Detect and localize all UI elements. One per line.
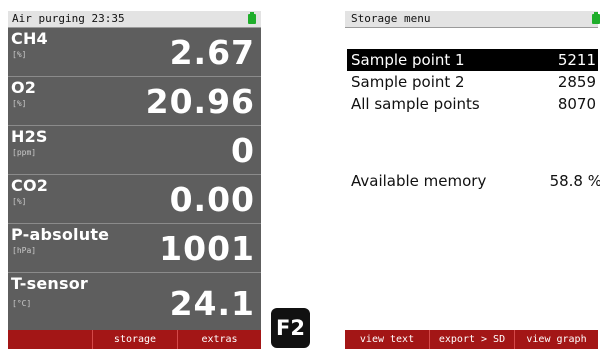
- softkey-bar: view text export > SD view graph: [345, 330, 598, 349]
- measurement-value: 20.96: [145, 82, 255, 121]
- measurement-unit: [ppm]: [12, 148, 37, 157]
- status-title: Air purging 23:35: [12, 12, 125, 25]
- measurement-value: 0.00: [169, 180, 255, 219]
- menu-item-count: 5211: [557, 51, 596, 69]
- menu-item-count: 2859: [557, 73, 596, 91]
- f2-key[interactable]: F2: [271, 308, 310, 348]
- measurement-name: CO2: [11, 176, 49, 195]
- menu-item-label: Sample point 2: [351, 73, 465, 91]
- menu-item-all-sample-points[interactable]: All sample points 8070: [347, 93, 598, 115]
- measurement-value: 2.67: [169, 33, 255, 72]
- left-device-screen: Air purging 23:35 CH4 [%] 2.67 O2 [%] 20…: [8, 11, 261, 349]
- status-title: Storage menu: [351, 12, 431, 25]
- measurement-unit: [hPa]: [12, 246, 37, 255]
- measurement-row-co2: CO2 [%] 0.00: [8, 175, 261, 224]
- softkey-view-graph[interactable]: view graph: [514, 330, 598, 349]
- softkey-bar: storage extras: [8, 330, 261, 349]
- measurement-row-p-absolute: P-absolute [hPa] 1001: [8, 224, 261, 273]
- right-device-screen: Storage menu Sample point 1 5211 Sample …: [345, 11, 600, 349]
- status-bar: Air purging 23:35: [8, 11, 261, 28]
- measurement-unit: [%]: [12, 99, 27, 108]
- measurement-row-h2s: H2S [ppm] 0: [8, 126, 261, 175]
- measurement-row-o2: O2 [%] 20.96: [8, 77, 261, 126]
- measurement-name: H2S: [11, 127, 48, 146]
- measurement-name: T-sensor: [11, 274, 88, 293]
- menu-item-count: 8070: [557, 95, 596, 113]
- measurement-row-t-sensor: T-sensor [°C] 24.1: [8, 273, 261, 330]
- menu-item-label: All sample points: [351, 95, 480, 113]
- battery-icon: [248, 12, 256, 24]
- menu-item-label: Sample point 1: [351, 51, 465, 69]
- battery-icon: [592, 12, 600, 24]
- measurement-name: CH4: [11, 29, 48, 48]
- softkey-view-text[interactable]: view text: [345, 330, 429, 349]
- measurement-unit: [%]: [12, 50, 27, 59]
- menu-item-sample-point-2[interactable]: Sample point 2 2859: [347, 71, 598, 93]
- measurement-name: P-absolute: [11, 225, 110, 244]
- measurement-value: 24.1: [169, 284, 255, 323]
- status-bar: Storage menu: [345, 11, 600, 28]
- measurement-list: CH4 [%] 2.67 O2 [%] 20.96 H2S [ppm] 0 CO…: [8, 28, 261, 330]
- memory-value: 58.8 %: [549, 172, 600, 190]
- measurement-unit: [%]: [12, 197, 27, 206]
- memory-label: Available memory: [351, 172, 487, 190]
- available-memory: Available memory 58.8 %: [347, 170, 600, 192]
- softkey-storage[interactable]: storage: [92, 330, 177, 349]
- softkey-export-sd[interactable]: export > SD: [429, 330, 514, 349]
- measurement-row-ch4: CH4 [%] 2.67: [8, 28, 261, 77]
- softkey-extras[interactable]: extras: [177, 330, 261, 349]
- measurement-unit: [°C]: [12, 299, 32, 308]
- menu-item-sample-point-1[interactable]: Sample point 1 5211: [347, 49, 598, 71]
- measurement-value: 1001: [159, 229, 255, 268]
- measurement-value: 0: [231, 131, 255, 170]
- softkey-1[interactable]: [8, 330, 92, 349]
- measurement-name: O2: [11, 78, 37, 97]
